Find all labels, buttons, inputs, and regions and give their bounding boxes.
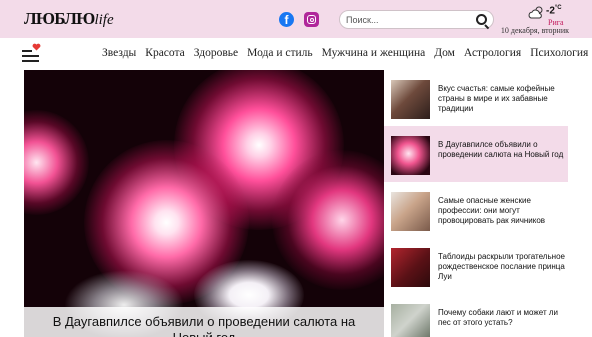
heart-icon [32, 43, 41, 51]
article-thumbnail [391, 136, 430, 175]
article-thumbnail [391, 304, 430, 337]
article-title: Таблоиды раскрыли трогательное рождестве… [438, 252, 565, 281]
sidebar-article[interactable]: Таблоиды раскрыли трогательное рождестве… [384, 238, 568, 294]
logo-main: ЛЮБЛЮ [24, 9, 95, 28]
hero-article[interactable]: В Даугавпилсе объявили о проведении салю… [24, 70, 384, 337]
weather-temperature: -2°C [546, 5, 562, 17]
article-title: Самые опасные женские профессии: они мог… [438, 196, 546, 225]
sidebar-article[interactable]: Вкус счастья: самые кофейные страны в ми… [384, 70, 568, 126]
cloud-sun-icon [528, 6, 543, 19]
nav-item-health[interactable]: Здоровье [194, 47, 238, 59]
hero-title[interactable]: В Даугавпилсе объявили о проведении салю… [44, 314, 364, 337]
top-header: ЛЮБЛЮlife f -2°C Рига 10 декабря, вторни… [0, 0, 592, 38]
nav-item-astrology[interactable]: Астрология [464, 47, 521, 59]
nav-item-psychology[interactable]: Психология [530, 47, 588, 59]
article-title: В Даугавпилсе объявили о проведении салю… [438, 140, 564, 159]
nav-menu: Звезды Красота Здоровье Мода и стиль Мужчина… [102, 47, 592, 59]
nav-item-relationships[interactable]: Мужчина и женщина [322, 47, 426, 59]
current-date: 10 декабря, вторник [500, 26, 569, 35]
sidebar-article-active[interactable]: В Даугавпилсе объявили о проведении салю… [384, 126, 568, 182]
instagram-icon[interactable] [304, 12, 319, 27]
article-thumbnail [391, 192, 430, 231]
nav-item-fashion[interactable]: Мода и стиль [247, 47, 313, 59]
site-logo[interactable]: ЛЮБЛЮlife [24, 9, 114, 29]
article-title: Вкус счастья: самые кофейные страны в ми… [438, 84, 555, 113]
sidebar-articles: Вкус счастья: самые кофейные страны в ми… [384, 70, 592, 337]
nav-item-stars[interactable]: Звезды [102, 47, 136, 59]
facebook-icon[interactable]: f [279, 12, 294, 27]
main-navigation: Звезды Красота Здоровье Мода и стиль Мужчина… [0, 38, 592, 70]
article-thumbnail [391, 248, 430, 287]
search-input[interactable] [346, 13, 471, 27]
sidebar-article[interactable]: Почему собаки лают и может ли пес от это… [384, 294, 568, 337]
article-thumbnail [391, 80, 430, 119]
sidebar-article[interactable]: Самые опасные женские профессии: они мог… [384, 182, 568, 238]
hero-caption: В Даугавпилсе объявили о проведении салю… [24, 307, 384, 337]
search-icon[interactable] [476, 14, 487, 25]
nav-item-beauty[interactable]: Красота [145, 47, 185, 59]
search-box [339, 10, 494, 29]
article-title: Почему собаки лают и может ли пес от это… [438, 308, 558, 327]
logo-suffix: life [94, 12, 114, 28]
nav-item-home[interactable]: Дом [434, 47, 455, 59]
